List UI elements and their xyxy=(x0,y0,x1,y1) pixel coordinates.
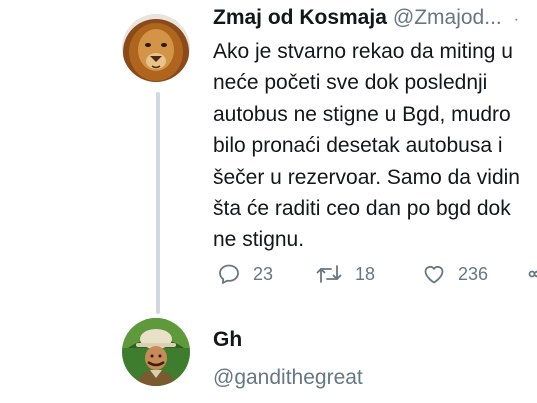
heart-icon xyxy=(424,266,444,284)
lion-icon xyxy=(122,14,190,82)
share-button[interactable] xyxy=(526,262,537,286)
retweet-count: 18 xyxy=(355,263,376,284)
retweet-icon xyxy=(316,265,342,283)
user-handle[interactable]: @Zmajod... xyxy=(393,6,502,29)
share-icon xyxy=(528,270,537,278)
reply-user-handle[interactable]: @gandithegreat xyxy=(213,366,363,390)
retweet-button[interactable]: 18 xyxy=(315,262,375,286)
reply-button[interactable]: 23 xyxy=(217,262,273,286)
tweet-text: Ako je stvarno rekao da miting u neće po… xyxy=(213,40,520,252)
reply-user: Gh @gandithegreat xyxy=(213,328,363,390)
reply-display-name[interactable]: Gh xyxy=(213,328,363,358)
tweet: Zmaj od Kosmaja @Zmajod... · Ako je stvarn… xyxy=(213,6,537,256)
reply-count: 23 xyxy=(253,263,274,284)
explorer-icon xyxy=(122,318,190,386)
tweet-header: Zmaj od Kosmaja @Zmajod... · xyxy=(213,6,537,36)
thread-line xyxy=(156,92,160,314)
display-name[interactable]: Zmaj od Kosmaja xyxy=(213,6,387,29)
like-button[interactable]: 236 xyxy=(422,262,488,286)
more-options-caret[interactable]: · xyxy=(514,11,519,28)
reply-icon xyxy=(219,264,239,284)
lion-avatar[interactable] xyxy=(122,14,190,82)
like-count: 236 xyxy=(458,263,489,284)
tweet-actions: 23 18 236 xyxy=(213,262,537,290)
explorer-avatar[interactable] xyxy=(122,318,190,386)
